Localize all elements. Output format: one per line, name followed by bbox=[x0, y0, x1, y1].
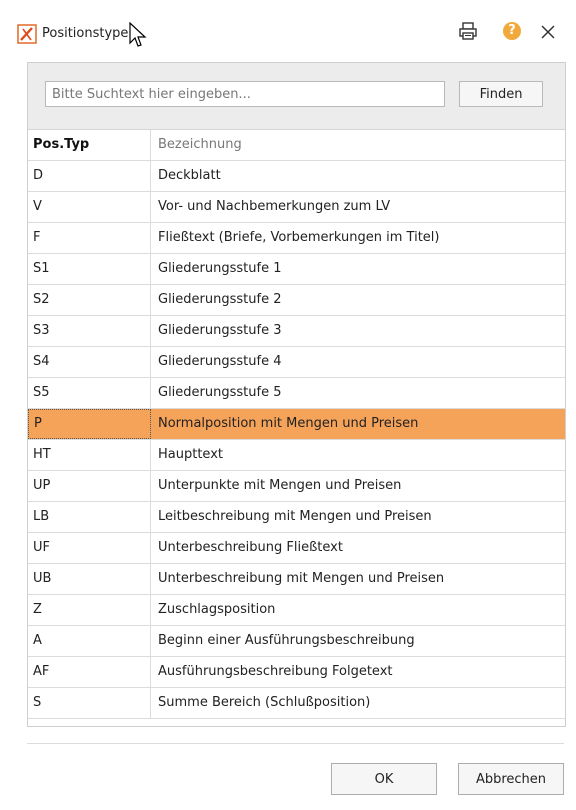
column-header-bezeichnung[interactable]: Bezeichnung bbox=[152, 130, 565, 160]
bezeichnung-cell: Gliederungsstufe 4 bbox=[158, 354, 282, 369]
pos-typ-cell: S4 bbox=[28, 347, 151, 377]
cancel-button[interactable]: Abbrechen bbox=[458, 763, 564, 795]
bezeichnung-cell: Deckblatt bbox=[158, 168, 221, 183]
table-row[interactable]: S5 Gliederungsstufe 5 bbox=[28, 378, 565, 409]
positionstypen-table: Pos.Typ Bezeichnung D Deckblatt V Vor- und … bbox=[28, 130, 565, 719]
pos-typ-cell: HT bbox=[28, 440, 151, 470]
printer-icon[interactable] bbox=[458, 21, 478, 41]
table-row[interactable]: S Summe Bereich (Schlußposition) bbox=[28, 688, 565, 719]
table-row[interactable]: UB Unterbeschreibung mit Mengen und Preis… bbox=[28, 564, 565, 595]
bezeichnung-cell: Leitbeschreibung mit Mengen und Preisen bbox=[158, 509, 432, 524]
pos-typ-cell: P bbox=[28, 409, 151, 439]
bezeichnung-cell: Normalposition mit Mengen und Preisen bbox=[158, 416, 419, 431]
app-logo-icon bbox=[17, 24, 37, 44]
pos-typ-cell: S5 bbox=[28, 378, 151, 408]
pos-typ-cell: A bbox=[28, 626, 151, 656]
table-row[interactable]: UP Unterpunkte mit Mengen und Preisen bbox=[28, 471, 565, 502]
footer-divider bbox=[27, 743, 564, 744]
ok-button[interactable]: OK bbox=[331, 763, 437, 795]
mouse-cursor-icon bbox=[129, 22, 147, 47]
table-header-row: Pos.Typ Bezeichnung bbox=[28, 130, 565, 161]
table-row[interactable]: D Deckblatt bbox=[28, 161, 565, 192]
bezeichnung-cell: Zuschlagsposition bbox=[158, 602, 276, 617]
table-row[interactable]: LB Leitbeschreibung mit Mengen und Preise… bbox=[28, 502, 565, 533]
table-row[interactable]: S2 Gliederungsstufe 2 bbox=[28, 285, 565, 316]
table-row[interactable]: F Fließtext (Briefe, Vorbemerkungen im Ti… bbox=[28, 223, 565, 254]
pos-typ-cell: S bbox=[28, 688, 151, 718]
window-title: Positionstypen bbox=[42, 26, 137, 41]
bezeichnung-cell: Gliederungsstufe 5 bbox=[158, 385, 282, 400]
pos-typ-cell: Z bbox=[28, 595, 151, 625]
find-button[interactable]: Finden bbox=[459, 81, 543, 107]
help-icon[interactable]: ? bbox=[503, 22, 521, 40]
pos-typ-cell: V bbox=[28, 192, 151, 222]
bezeichnung-cell: Gliederungsstufe 3 bbox=[158, 323, 282, 338]
pos-typ-cell: D bbox=[28, 161, 151, 191]
table-row[interactable]: AF Ausführungsbeschreibung Folgetext bbox=[28, 657, 565, 688]
table-row[interactable]: Z Zuschlagsposition bbox=[28, 595, 565, 626]
bezeichnung-cell: Unterbeschreibung mit Mengen und Preisen bbox=[158, 571, 445, 586]
pos-typ-cell: S1 bbox=[28, 254, 151, 284]
bezeichnung-cell: Beginn einer Ausführungsbeschreibung bbox=[158, 633, 415, 648]
pos-typ-cell: F bbox=[28, 223, 151, 253]
bezeichnung-cell: Unterbeschreibung Fließtext bbox=[158, 540, 343, 555]
table-row[interactable]: S1 Gliederungsstufe 1 bbox=[28, 254, 565, 285]
bezeichnung-cell: Gliederungsstufe 1 bbox=[158, 261, 282, 276]
pos-typ-cell: UB bbox=[28, 564, 151, 594]
pos-typ-cell: LB bbox=[28, 502, 151, 532]
bezeichnung-cell: Unterpunkte mit Mengen und Preisen bbox=[158, 478, 402, 493]
pos-typ-cell: AF bbox=[28, 657, 151, 687]
search-input[interactable] bbox=[45, 81, 445, 107]
search-bar: Finden bbox=[28, 63, 565, 130]
table-row[interactable]: V Vor- und Nachbemerkungen zum LV bbox=[28, 192, 565, 223]
table-row[interactable]: A Beginn einer Ausführungsbeschreibung bbox=[28, 626, 565, 657]
table-row[interactable]: HT Haupttext bbox=[28, 440, 565, 471]
pos-typ-cell: UP bbox=[28, 471, 151, 501]
pos-typ-cell: S2 bbox=[28, 285, 151, 315]
pos-typ-cell: S3 bbox=[28, 316, 151, 346]
title-bar: Positionstypen ? bbox=[0, 0, 576, 62]
table-row[interactable]: P Normalposition mit Mengen und Preisen bbox=[28, 409, 565, 440]
bezeichnung-cell: Summe Bereich (Schlußposition) bbox=[158, 695, 371, 710]
bezeichnung-cell: Fließtext (Briefe, Vorbemerkungen im Tit… bbox=[158, 230, 440, 245]
close-icon[interactable] bbox=[540, 24, 556, 40]
bezeichnung-cell: Ausführungsbeschreibung Folgetext bbox=[158, 664, 393, 679]
table-row[interactable]: UF Unterbeschreibung Fließtext bbox=[28, 533, 565, 564]
pos-typ-cell: UF bbox=[28, 533, 151, 563]
positionstypen-panel: Finden Pos.Typ Bezeichnung D Deckblatt V Vo… bbox=[27, 62, 566, 727]
bezeichnung-cell: Haupttext bbox=[158, 447, 223, 462]
bezeichnung-cell: Gliederungsstufe 2 bbox=[158, 292, 282, 307]
bezeichnung-cell: Vor- und Nachbemerkungen zum LV bbox=[158, 199, 391, 214]
column-header-pos-typ[interactable]: Pos.Typ bbox=[28, 130, 151, 160]
table-row[interactable]: S4 Gliederungsstufe 4 bbox=[28, 347, 565, 378]
table-row[interactable]: S3 Gliederungsstufe 3 bbox=[28, 316, 565, 347]
